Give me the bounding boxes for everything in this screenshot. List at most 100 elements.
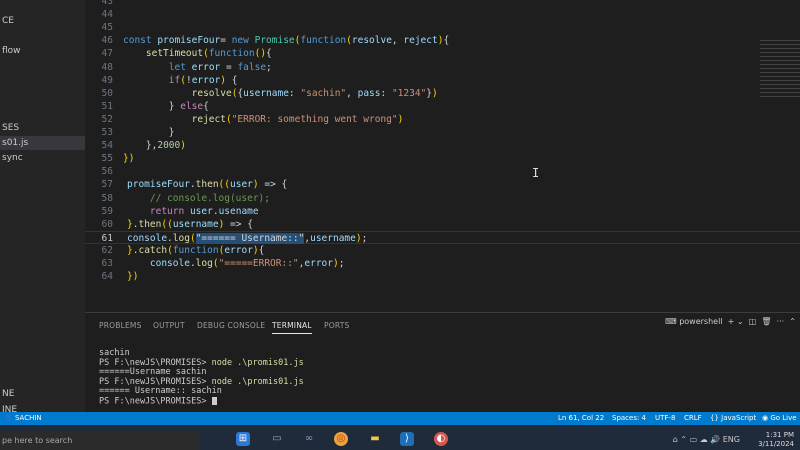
- account-label[interactable]: 👤 SACHIN: [4, 412, 42, 425]
- line-number: 45: [101, 22, 113, 34]
- code-line[interactable]: 62}.catch(function(error){: [85, 244, 800, 257]
- code-text: }.then((username) => {: [127, 219, 253, 230]
- new-terminal-icon[interactable]: +: [725, 317, 735, 326]
- code-token: new: [231, 35, 255, 47]
- split-terminal-icon[interactable]: ◫: [746, 317, 757, 326]
- code-token: ): [397, 113, 404, 125]
- code-token: {: [203, 100, 209, 112]
- code-line[interactable]: 54 },2000): [85, 139, 800, 152]
- system-tray[interactable]: ⌂ ⌃ ▭ ☁ 🔊 ENG: [673, 435, 740, 444]
- explorer-item[interactable]: CE: [0, 14, 14, 28]
- code-line[interactable]: 53 }: [85, 126, 800, 139]
- line-number: 50: [101, 87, 113, 99]
- code-line[interactable]: 47 setTimeout(function(){: [85, 47, 800, 60]
- terminal-text: ======Username sachin: [99, 367, 207, 377]
- line-number: 43: [101, 0, 113, 7]
- tab-ports[interactable]: PORTS: [324, 321, 349, 330]
- trash-icon[interactable]: 🗑: [759, 317, 771, 326]
- code-line[interactable]: 52 reject("ERROR: something went wrong"): [85, 113, 800, 126]
- code-line[interactable]: 55}): [85, 152, 800, 165]
- code-token: const: [123, 35, 158, 47]
- terminal-output[interactable]: sachin PS F:\newJS\PROMISES> node .\promi…: [99, 348, 304, 407]
- code-token: ;: [266, 61, 272, 73]
- code-token: username: [172, 218, 219, 230]
- code-line[interactable]: 60}.then((username) => {: [85, 218, 800, 231]
- more-icon[interactable]: ···: [774, 317, 785, 326]
- code-token: username: [243, 87, 289, 99]
- code-token: resolve: [351, 35, 392, 47]
- code-line[interactable]: 49 if(!error) {: [85, 74, 800, 87]
- code-text: console.log("=====ERROR::",error);: [127, 258, 345, 269]
- code-line[interactable]: 59 return user.usename: [85, 205, 800, 218]
- code-line[interactable]: 63 console.log("=====ERROR::",error);: [85, 257, 800, 270]
- chrome-icon[interactable]: ◎: [334, 432, 348, 446]
- network-icon[interactable]: ⌂: [673, 435, 678, 444]
- chevron-down-icon[interactable]: ⌄: [737, 317, 744, 326]
- code-token: user: [189, 205, 213, 217]
- terminal-command: node .\promis01.js: [211, 357, 304, 368]
- tab-output[interactable]: OUTPUT: [153, 321, 185, 330]
- code-token: :: [288, 87, 301, 99]
- task-view-icon[interactable]: ▭: [270, 432, 284, 446]
- terminal-prompt: PS F:\newJS\PROMISES>: [99, 376, 212, 387]
- line-number: 46: [101, 35, 113, 47]
- explorer-item[interactable]: flow: [0, 44, 21, 58]
- folder-icon[interactable]: ▬: [368, 432, 382, 446]
- code-text: }): [123, 153, 134, 164]
- code-token: =: [220, 35, 232, 47]
- cursor-position[interactable]: Ln 61, Col 22: [558, 412, 604, 425]
- encoding[interactable]: UTF-8: [655, 412, 675, 425]
- tab-terminal[interactable]: TERMINAL: [272, 321, 312, 334]
- code-line[interactable]: 44: [85, 8, 800, 21]
- language-mode[interactable]: {} JavaScript: [710, 412, 756, 425]
- code-editor[interactable]: 43 44 45 46 const promiseFour= new Promise(f…: [85, 0, 800, 312]
- vscode-icon[interactable]: ⟩: [400, 432, 414, 446]
- code-line[interactable]: 64}): [85, 270, 800, 283]
- code-token: console: [149, 258, 190, 269]
- code-token: console: [127, 232, 168, 244]
- maximize-icon[interactable]: ⌃: [787, 317, 796, 326]
- explorer-item[interactable]: SES: [0, 121, 19, 135]
- code-line[interactable]: 56: [85, 165, 800, 178]
- terminal-line: PS F:\newJS\PROMISES>: [99, 396, 304, 407]
- code-text: if(!error) {: [123, 75, 238, 86]
- code-token: {: [266, 48, 272, 60]
- go-live-button[interactable]: ◉ Go Live: [762, 412, 797, 425]
- shell-name[interactable]: powershell: [679, 317, 722, 326]
- line-number: 49: [101, 74, 113, 86]
- code-line[interactable]: 45: [85, 21, 800, 34]
- clock[interactable]: 1:31 PM 3/11/2024: [758, 431, 794, 449]
- code-token: =: [225, 61, 238, 73]
- tab-debug-console[interactable]: DEBUG CONSOLE: [197, 321, 265, 330]
- explorer-item[interactable]: s01.js: [0, 136, 85, 150]
- code-line[interactable]: 61 console.log("====== Username::",userna…: [85, 230, 800, 244]
- code-line[interactable]: 51 } else{: [85, 100, 800, 113]
- input-language[interactable]: ENG: [723, 435, 740, 444]
- code-line[interactable]: 48 let error = false;: [85, 61, 800, 74]
- indentation[interactable]: Spaces: 4: [612, 412, 646, 425]
- code-text: } else{: [123, 101, 209, 112]
- explorer-item[interactable]: NE: [0, 387, 14, 401]
- explorer-item[interactable]: sync: [0, 151, 23, 165]
- code-token: ,: [346, 87, 358, 99]
- chevron-up-icon[interactable]: ⌃: [680, 435, 687, 444]
- taskbar-search[interactable]: pe here to search: [0, 432, 200, 450]
- code-line[interactable]: 43: [85, 0, 800, 8]
- code-line[interactable]: 46 const promiseFour= new Promise(functio…: [85, 34, 800, 47]
- line-number: 52: [101, 113, 113, 125]
- code-text: }.catch(function(error){: [127, 245, 264, 256]
- browser-icon[interactable]: ◐: [434, 432, 448, 446]
- windows-logo-icon[interactable]: ⊞: [236, 432, 250, 446]
- code-line[interactable]: 57 promiseFour.then((user) => {: [85, 178, 800, 191]
- terminal-text: sachin: [99, 348, 130, 358]
- code-line[interactable]: 50 resolve({username: "sachin", pass: "1…: [85, 87, 800, 100]
- code-text: promiseFour.then((user) => {: [127, 179, 287, 190]
- link-icon[interactable]: ∞: [302, 432, 316, 446]
- windows-taskbar: pe here to search ⊞ ▭ ∞ ◎ ▬ ⟩ ◐ ⌂ ⌃ ▭ ☁ …: [0, 425, 800, 450]
- line-ending[interactable]: CRLF: [684, 412, 702, 425]
- code-token: },: [145, 140, 158, 152]
- code-line[interactable]: 58 // console.log(user);: [85, 192, 800, 205]
- tab-problems[interactable]: PROBLEMS: [99, 321, 142, 330]
